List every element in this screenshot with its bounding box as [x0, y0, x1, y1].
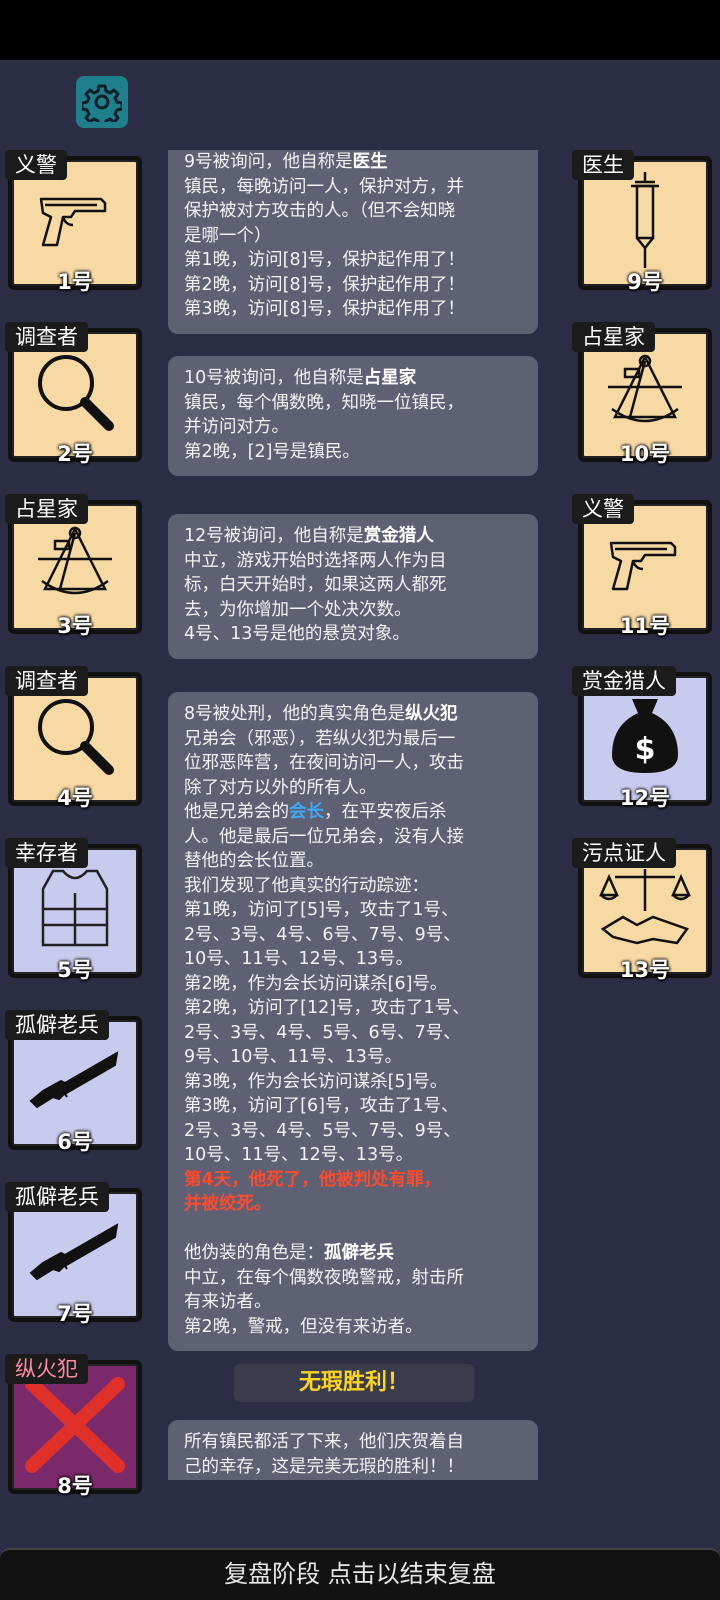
- player-number: 4号: [57, 786, 93, 810]
- role-tag: 孤僻老兵: [5, 1010, 109, 1040]
- scales-handshake-icon: [578, 858, 712, 958]
- role-tag: 调查者: [5, 666, 88, 696]
- money-bag-icon: $: [578, 686, 712, 786]
- player-number: 6号: [57, 1130, 93, 1154]
- role-tag: 污点证人: [572, 838, 676, 868]
- role-tag: 占星家: [572, 322, 655, 352]
- player-card-10[interactable]: 占星家 10号: [572, 322, 712, 466]
- player-number: 7号: [57, 1302, 93, 1326]
- player-number: 13号: [619, 958, 671, 982]
- player-number: 11号: [619, 614, 671, 638]
- rifle-icon: [8, 1030, 142, 1130]
- gear-icon: [82, 84, 122, 122]
- player-number: 1号: [57, 270, 93, 294]
- pistol-icon: [578, 514, 712, 614]
- role-tag: 调查者: [5, 322, 88, 352]
- role-tag: 孤僻老兵: [5, 1182, 109, 1212]
- role-tag: 义警: [572, 494, 634, 524]
- sextant-icon: [578, 342, 712, 442]
- flawless-victory-banner: 无瑕胜利！: [234, 1364, 474, 1402]
- pistol-icon: [8, 170, 142, 270]
- dead-x-icon: [8, 1374, 142, 1474]
- player-card-3[interactable]: 占星家 3号: [5, 494, 142, 638]
- player-number: 5号: [57, 958, 93, 982]
- player-number: 3号: [57, 614, 93, 638]
- player-card-6[interactable]: 孤僻老兵 6号: [5, 1010, 142, 1154]
- role-tag: 医生: [572, 150, 634, 180]
- review-log[interactable]: 9号被询问，他自称是医生 镇民，每晚访问一人，保护对方，并 保护被对方攻击的人。…: [152, 150, 552, 1480]
- role-tag: 幸存者: [5, 838, 88, 868]
- log-message-victory: 所有镇民都活了下来，他们庆贺着自 己的幸存，这是完美无瑕的胜利！！: [168, 1420, 538, 1480]
- log-message-execution: 8号被处刑，他的真实角色是纵火犯 兄弟会（邪恶），若纵火犯为最后一 位邪恶阵营，…: [168, 692, 538, 1351]
- end-review-button[interactable]: 复盘阶段 点击以结束复盘: [0, 1548, 720, 1600]
- player-number: 12号: [619, 786, 671, 810]
- role-tag: 义警: [5, 150, 67, 180]
- sextant-icon: [8, 514, 142, 614]
- player-number: 2号: [57, 442, 93, 466]
- magnifier-icon: [8, 342, 142, 442]
- rifle-icon: [8, 1202, 142, 1302]
- player-card-4[interactable]: 调查者 4号: [5, 666, 142, 810]
- magnifier-icon: [8, 686, 142, 786]
- player-card-11[interactable]: 义警 11号: [572, 494, 712, 638]
- status-bar: [0, 0, 720, 60]
- player-number: 8号: [57, 1474, 93, 1498]
- player-card-12[interactable]: $ 赏金猎人 12号: [572, 666, 712, 810]
- role-tag: 占星家: [5, 494, 88, 524]
- role-tag: 纵火犯: [5, 1354, 88, 1384]
- syringe-icon: [578, 170, 712, 270]
- vest-icon: [8, 858, 142, 958]
- log-message-astrologer: 10号被询问，他自称是占星家 镇民，每个偶数晚，知晓一位镇民， 并访问对方。 第…: [168, 356, 538, 476]
- player-number: 9号: [627, 270, 663, 294]
- player-number: 10号: [619, 442, 671, 466]
- player-card-8[interactable]: 纵火犯 8号: [5, 1354, 142, 1498]
- player-card-9[interactable]: 医生 9号: [572, 150, 712, 294]
- role-tag: 赏金猎人: [572, 666, 676, 696]
- log-message-bounty-hunter: 12号被询问，他自称是赏金猎人 中立，游戏开始时选择两人作为目 标，白天开始时，…: [168, 514, 538, 659]
- player-card-5[interactable]: 幸存者 5号: [5, 838, 142, 982]
- player-card-13[interactable]: 污点证人 13号: [572, 838, 712, 982]
- settings-button[interactable]: [76, 76, 128, 128]
- svg-text:$: $: [635, 732, 656, 767]
- log-message-doctor: 9号被询问，他自称是医生 镇民，每晚访问一人，保护对方，并 保护被对方攻击的人。…: [168, 150, 538, 334]
- player-card-2[interactable]: 调查者 2号: [5, 322, 142, 466]
- player-card-7[interactable]: 孤僻老兵 7号: [5, 1182, 142, 1326]
- player-card-1[interactable]: 义警 1号: [5, 150, 142, 294]
